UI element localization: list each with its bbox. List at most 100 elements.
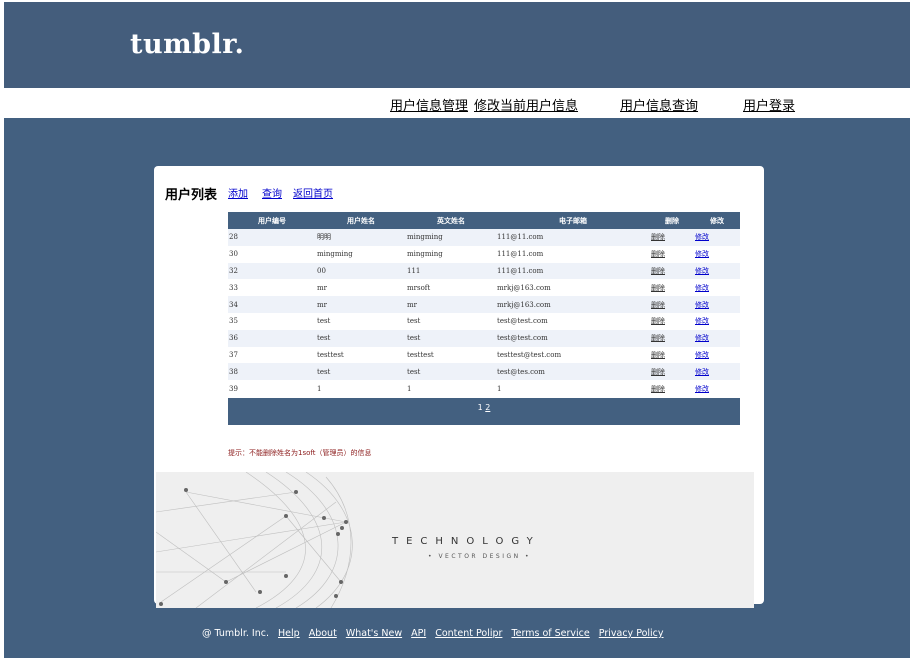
cell-email: test@tes.com — [496, 363, 650, 381]
table-row: 28 明明 mingming 111@11.com 删除 修改 — [228, 229, 740, 246]
delete-link[interactable]: 删除 — [651, 368, 665, 376]
content-panel: 用户列表 添加 查询 返回首页 用户编号 用户姓名 英文姓名 电子邮箱 删除 修… — [154, 166, 764, 608]
col-header-name: 用户姓名 — [316, 212, 406, 229]
header: tumblr. — [4, 2, 910, 88]
cell-name: testtest — [317, 350, 344, 359]
table-row: 39 1 1 1 删除 修改 — [228, 380, 740, 397]
banner-title: TECHNOLOGY — [392, 536, 541, 547]
nav-user-management[interactable]: 用户信息管理 — [390, 95, 468, 114]
edit-link[interactable]: 修改 — [695, 334, 709, 342]
delete-link[interactable]: 删除 — [651, 233, 665, 241]
edit-link[interactable]: 修改 — [695, 250, 709, 258]
footer: @ Tumblr. Inc. Help About What's New API… — [202, 628, 664, 639]
delete-link[interactable]: 删除 — [651, 317, 665, 325]
nav-user-query[interactable]: 用户信息查询 — [620, 95, 698, 114]
cell-english-name: mr — [406, 296, 496, 313]
cell-english-name: test — [407, 317, 421, 326]
cell-id: 35 — [229, 317, 238, 326]
edit-link[interactable]: 修改 — [695, 317, 709, 325]
table-row: 35 test test test@test.com 删除 修改 — [228, 313, 740, 330]
cell-name: 00 — [316, 262, 406, 280]
banner-subtitle: • VECTOR DESIGN • — [428, 553, 532, 560]
cell-email: mrkj@163.com — [497, 283, 551, 292]
footer-copyright: @ Tumblr. Inc. — [202, 628, 269, 639]
edit-link[interactable]: 修改 — [695, 351, 709, 359]
search-link[interactable]: 查询 — [262, 185, 282, 200]
col-header-edit: 修改 — [694, 212, 740, 229]
cell-id: 28 — [228, 229, 316, 246]
delete-link[interactable]: 删除 — [651, 334, 665, 342]
footer-link-api[interactable]: API — [411, 628, 426, 639]
tumblr-logo[interactable]: tumblr. — [130, 29, 244, 60]
nav-bar: 用户信息管理 修改当前用户信息 用户信息查询 用户登录 — [4, 88, 910, 118]
cell-name: 1 — [317, 384, 322, 393]
cell-email: test@test.com — [497, 317, 548, 326]
edit-link[interactable]: 修改 — [695, 301, 709, 309]
cell-id: 39 — [229, 384, 238, 393]
cell-english-name: test — [406, 329, 496, 347]
cell-name: mr — [316, 296, 406, 313]
cell-name: mingming — [317, 250, 353, 259]
page-link-2[interactable]: 2 — [485, 403, 490, 412]
delete-link[interactable]: 删除 — [651, 301, 665, 309]
delete-link[interactable]: 删除 — [651, 385, 665, 393]
cell-email: 111@11.com — [497, 250, 544, 259]
delete-link[interactable]: 删除 — [651, 250, 665, 258]
back-home-link[interactable]: 返回首页 — [293, 185, 333, 200]
cell-name: test — [317, 317, 331, 326]
delete-link[interactable]: 删除 — [651, 351, 665, 359]
add-link[interactable]: 添加 — [228, 185, 248, 200]
table-row: 38 test test test@tes.com 删除 修改 — [228, 363, 740, 381]
table-row: 36 test test test@test.com 删除 修改 — [228, 329, 740, 347]
cell-name: test — [316, 363, 406, 381]
cell-email: testtest@test.com — [497, 350, 562, 359]
cell-email: 1 — [497, 384, 502, 393]
cell-english-name: 1 — [407, 384, 412, 393]
cell-email: 111@11.com — [496, 229, 650, 246]
cell-name: test — [316, 329, 406, 347]
table-row: 37 testtest testtest testtest@test.com 删… — [228, 347, 740, 364]
footer-link-help[interactable]: Help — [278, 628, 300, 639]
footer-link-whats-new[interactable]: What's New — [346, 628, 402, 639]
cell-name: mr — [317, 283, 327, 292]
cell-english-name: testtest — [407, 350, 434, 359]
cell-name: 明明 — [316, 229, 406, 246]
cell-id: 30 — [229, 250, 238, 259]
cell-english-name: 111 — [406, 262, 496, 280]
edit-link[interactable]: 修改 — [695, 385, 709, 393]
footer-link-about[interactable]: About — [309, 628, 337, 639]
cell-english-name: test — [406, 363, 496, 381]
page-background: tumblr. 用户信息管理 修改当前用户信息 用户信息查询 用户登录 用户列表… — [4, 2, 910, 658]
footer-link-content-policy[interactable]: Content Polipr — [435, 628, 502, 639]
delete-link[interactable]: 删除 — [651, 284, 665, 292]
footer-link-terms[interactable]: Terms of Service — [511, 628, 589, 639]
cell-email: 111@11.com — [496, 262, 650, 280]
footer-link-privacy[interactable]: Privacy Policy — [599, 628, 664, 639]
page-title: 用户列表 — [165, 188, 218, 203]
col-header-english-name: 英文姓名 — [406, 212, 496, 229]
delete-link[interactable]: 删除 — [651, 267, 665, 275]
cell-email: test@test.com — [496, 329, 650, 347]
hint-text: 提示：不能删除姓名为1soft（管理员）的信息 — [228, 449, 372, 457]
edit-link[interactable]: 修改 — [695, 284, 709, 292]
cell-id: 34 — [228, 296, 316, 313]
edit-link[interactable]: 修改 — [695, 368, 709, 376]
col-header-email: 电子邮箱 — [496, 212, 650, 229]
technology-banner: TECHNOLOGY • VECTOR DESIGN • — [156, 472, 754, 608]
pagination-bar: 1 2 — [228, 398, 740, 425]
col-header-delete: 删除 — [650, 212, 694, 229]
table-row: 33 mr mrsoft mrkj@163.com 删除 修改 — [228, 279, 740, 296]
nav-user-login[interactable]: 用户登录 — [743, 95, 795, 114]
table-row: 30 mingming mingming 111@11.com 删除 修改 — [228, 246, 740, 263]
cell-id: 38 — [228, 363, 316, 381]
cell-english-name: mingming — [406, 229, 496, 246]
cell-email: mrkj@163.com — [496, 296, 650, 313]
nav-edit-current-user[interactable]: 修改当前用户信息 — [474, 95, 578, 114]
edit-link[interactable]: 修改 — [695, 267, 709, 275]
page-current: 1 — [477, 403, 483, 412]
table-row: 34 mr mr mrkj@163.com 删除 修改 — [228, 296, 740, 313]
cell-english-name: mingming — [407, 250, 443, 259]
cell-id: 32 — [228, 262, 316, 280]
edit-link[interactable]: 修改 — [695, 233, 709, 241]
table-header-row: 用户编号 用户姓名 英文姓名 电子邮箱 删除 修改 — [228, 212, 740, 229]
